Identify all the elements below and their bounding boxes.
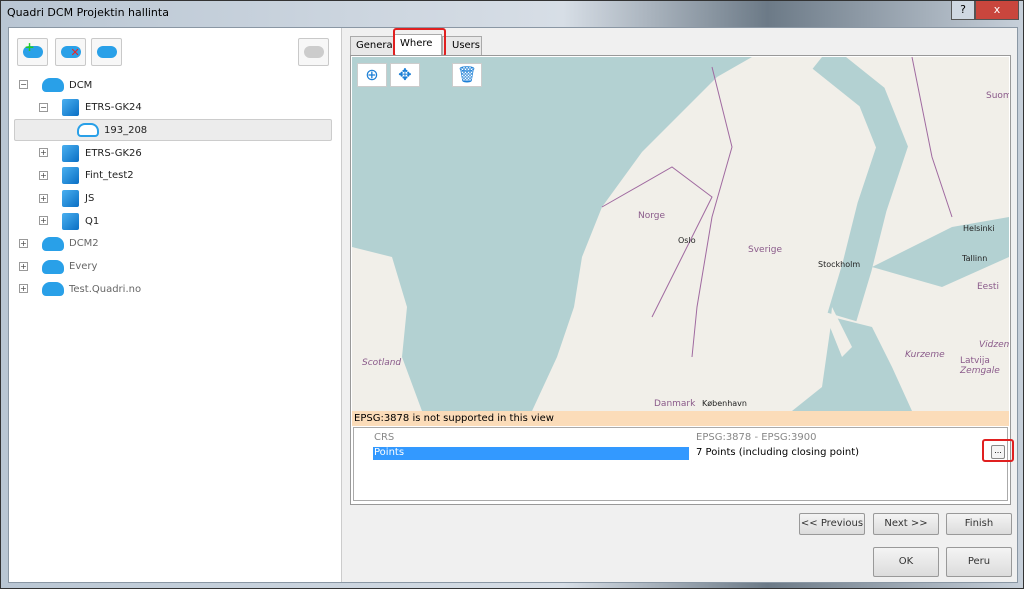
help-button[interactable]: ? [951,1,975,20]
expand-toggle[interactable]: + [39,170,48,180]
tree-node[interactable]: Fint_test2 [62,166,134,186]
cloud-icon [42,236,64,251]
expand-toggle[interactable]: + [39,216,48,226]
tree-node[interactable]: ETRS-GK26 [62,143,142,163]
map-label: Kurzeme [905,350,945,360]
map-label: Latvija [960,356,990,366]
next-button[interactable]: Next >> [873,513,939,535]
tree-node-label: JS [85,193,95,204]
tree-node[interactable]: DCM [42,75,92,95]
delete-button[interactable]: 🗑 [452,63,482,87]
expand-toggle[interactable]: − [19,80,28,89]
tree-node-label: 193_208 [104,124,148,136]
highlight-where-tab [393,28,446,57]
cube-icon [62,190,79,207]
project-tree-panel: + ✕ − DCM − ETRS-GK24 193_208 + ETRS-GK26 + Fint… [9,28,342,582]
tab-general[interactable]: General [350,36,395,56]
move-icon: ✥ [398,65,412,84]
tree-node-label: ETRS-GK24 [85,102,142,114]
map-label: Eesti [977,282,999,292]
expand-toggle[interactable]: + [19,238,28,248]
highlight-edit-button [982,439,1014,462]
map-label: Helsinki [963,224,995,233]
delete-cloud-button[interactable]: ✕ [55,38,86,66]
tree-node[interactable]: Q1 [62,211,99,231]
cloud-icon [42,78,64,92]
cube-icon [62,212,79,230]
tree-node[interactable]: JS [62,189,94,209]
cloud-icon [42,282,64,297]
selected-row-background [14,119,332,142]
expand-toggle[interactable]: + [19,261,28,271]
map-label: Tallinn [962,254,988,263]
client-area: + ✕ − DCM − ETRS-GK24 193_208 + ETRS-GK26 + Fint… [8,27,1018,583]
prop-name-points[interactable]: Points [373,447,689,460]
tree-node-label: Every [69,261,98,273]
ok-button[interactable]: OK [873,547,939,577]
tree-node-label: DCM2 [69,238,99,250]
map-label: Sverige [748,245,783,255]
tree-node-label: ETRS-GK26 [85,147,142,159]
tree-node[interactable]: Every [42,257,97,277]
map-label: Oslo [678,236,696,245]
expand-toggle[interactable]: + [19,284,28,294]
close-button[interactable]: x [975,1,1019,20]
delete-cloud-icon: ✕ [60,46,81,59]
window-title: Quadri DCM Projektin hallinta [7,6,169,19]
map-label: København [702,399,747,408]
tree-node[interactable]: Test.Quadri.no [42,279,141,299]
cube-icon [62,144,79,162]
cancel-button[interactable]: Peru [946,547,1012,577]
cloud-icon [77,123,99,138]
map-label: Zemgale [960,366,1000,376]
pan-button[interactable]: ✥ [390,63,420,87]
plus-circle-icon: ⊕ [365,65,379,84]
cube-icon [62,99,79,117]
where-panel: ⊕ ✥ 🗑 Norge Oslo Sverige Stockholm Helsi… [350,55,1011,505]
crs-warning: EPSG:3878 is not supported in this view [352,411,1009,426]
tree-node-label: Test.Quadri.no [69,283,142,295]
tree-node-label: Q1 [85,215,100,227]
map-label: Vidzeme [979,340,1009,350]
search-cloud-icon [96,46,117,58]
property-grid: CRS EPSG:3878 - EPSG:3900 Points 7 Point… [353,427,1008,501]
tree-node[interactable]: ETRS-GK24 [62,98,142,118]
tree-node-label: Fint_test2 [85,170,134,182]
zoom-in-button[interactable]: ⊕ [357,63,387,87]
expand-toggle[interactable]: + [39,193,48,203]
tree-node[interactable]: 193_208 [77,120,147,140]
map-view[interactable]: ⊕ ✥ 🗑 Norge Oslo Sverige Stockholm Helsi… [352,57,1009,411]
map-label: Suom [986,91,1009,101]
expand-toggle[interactable]: − [39,102,48,112]
add-cloud-icon: + [22,40,43,58]
tree-node-label: DCM [69,79,93,91]
tab-users[interactable]: Users [442,36,482,56]
tree-node[interactable]: DCM2 [42,234,99,254]
disabled-cloud-button[interactable] [298,38,329,66]
add-cloud-button[interactable]: + [17,38,48,66]
map-label: Norge [638,211,666,221]
map-label: Scotland [362,358,402,368]
disabled-cloud-icon [303,46,324,58]
cloud-icon [42,259,64,274]
prop-value-points: 7 Points (including closing point) [696,447,860,458]
cube-icon [62,167,79,185]
expand-toggle[interactable]: + [39,148,48,158]
trash-icon: 🗑 [456,65,478,84]
dialog-window: Quadri DCM Projektin hallinta ? x + ✕ − D… [0,0,1024,589]
map-label: Stockholm [818,260,861,269]
prop-name-crs: CRS [374,432,395,443]
search-cloud-button[interactable] [91,38,122,66]
finish-button[interactable]: Finish [946,513,1012,535]
previous-button[interactable]: << Previous [799,513,865,535]
map-label: Danmark [654,399,696,409]
prop-value-crs: EPSG:3878 - EPSG:3900 [696,432,817,443]
